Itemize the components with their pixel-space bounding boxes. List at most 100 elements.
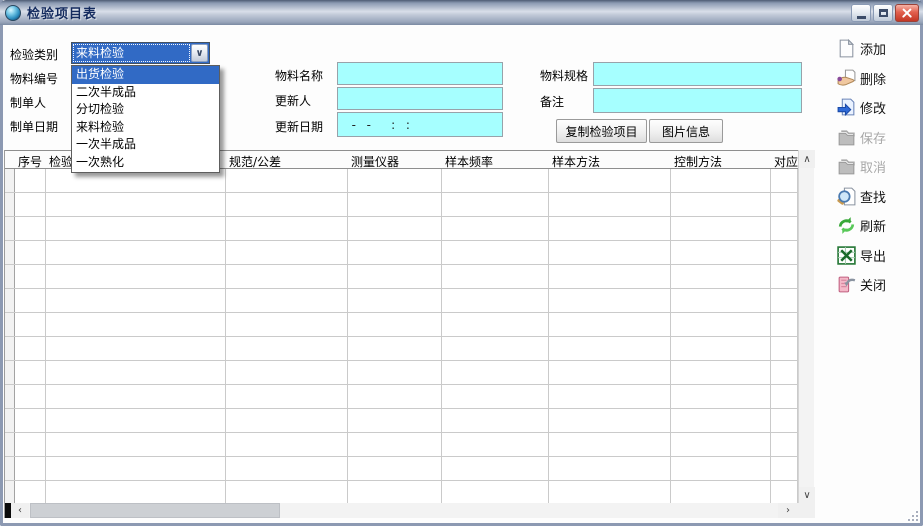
table-cell [46,193,226,216]
material-name-label: 物料名称 [275,67,323,84]
table-row[interactable] [5,481,798,503]
table-row[interactable] [5,289,798,313]
table-cell [771,289,798,312]
vertical-scrollbar[interactable]: ∧ ∨ [798,150,814,503]
delete-button[interactable]: 删除 [836,64,920,94]
table-cell [671,337,771,360]
scroll-up-icon[interactable]: ∧ [799,150,815,168]
save-button: 保存 [836,123,920,153]
scroll-right-icon[interactable]: › [778,503,798,518]
maximize-button[interactable] [873,4,893,22]
table-cell [671,289,771,312]
minimize-button[interactable] [851,4,871,22]
resize-grip[interactable] [906,509,918,521]
maximize-icon [879,9,888,17]
table-row[interactable] [5,385,798,409]
window-title: 检验项目表 [27,3,97,22]
dropdown-item[interactable]: 一次半成品 [72,136,219,154]
table-cell [771,313,798,336]
dropdown-item[interactable]: 来料检验 [72,119,219,137]
table-cell [771,265,798,288]
remark-input[interactable] [593,88,802,113]
table-cell [549,457,671,480]
minimize-icon [857,16,866,19]
table-row[interactable] [5,265,798,289]
column-header: 样本频率 [442,151,549,168]
table-cell [671,457,771,480]
table-row[interactable] [5,241,798,265]
material-spec-label: 物料规格 [540,67,588,84]
table-row[interactable] [5,313,798,337]
table-cell [549,313,671,336]
table-cell [226,457,348,480]
dropdown-item[interactable]: 出货检验 [72,66,219,84]
table-cell [549,409,671,432]
table-cell [549,265,671,288]
sidebar-button-label: 刷新 [860,216,886,235]
table-cell [671,241,771,264]
close-button[interactable] [895,4,919,22]
table-row[interactable] [5,409,798,433]
table-cell [442,193,549,216]
column-header: 测量仪器 [348,151,442,168]
table-cell [226,361,348,384]
dropdown-item[interactable]: 分切检验 [72,101,219,119]
table-cell [771,409,798,432]
table-cell [771,193,798,216]
modify-button[interactable]: 修改 [836,93,920,123]
table-cell [226,409,348,432]
material-name-input[interactable] [337,62,503,85]
action-sidebar: 添加删除修改保存取消查找刷新导出关闭 [836,34,920,300]
table-cell [46,385,226,408]
sidebar-button-label: 查找 [860,187,886,206]
horizontal-scrollbar[interactable]: ‹ › [5,503,798,518]
image-info-button[interactable]: 图片信息 [649,119,723,143]
table-row[interactable] [5,457,798,481]
column-header: 对应 [771,151,798,168]
table-cell [348,433,442,456]
update-date-input[interactable] [337,112,503,137]
table-row[interactable] [5,433,798,457]
scroll-down-icon[interactable]: ∨ [799,487,815,503]
table-body [5,169,798,503]
table-cell [348,193,442,216]
table-cell [46,481,226,503]
table-row[interactable] [5,169,798,193]
table-row[interactable] [5,193,798,217]
find-button[interactable]: 查找 [836,182,920,212]
scrollbar-corner [798,503,815,518]
sidebar-button-label: 修改 [860,98,886,117]
chevron-down-icon[interactable]: ∨ [191,44,208,62]
row-header-cell [5,169,15,192]
refresh-button[interactable]: 刷新 [836,211,920,241]
table-row[interactable] [5,217,798,241]
title-bar[interactable]: 检验项目表 [0,0,923,25]
table-row[interactable] [5,337,798,361]
table-cell [442,289,549,312]
cancel-folder-icon [836,156,857,177]
close-button[interactable]: 关闭 [836,270,920,300]
table-cell [226,313,348,336]
table-cell [771,361,798,384]
dropdown-item[interactable]: 二次半成品 [72,84,219,102]
table-cell [46,409,226,432]
search-icon [836,186,857,207]
export-button[interactable]: 导出 [836,241,920,271]
dropdown-item[interactable]: 一次熟化 [72,154,219,172]
row-header-cell [5,337,15,360]
add-button[interactable]: 添加 [836,34,920,64]
inspection-category-select[interactable]: 来料检验 ∨ [71,42,210,64]
table-cell [442,409,549,432]
table-cell [46,337,226,360]
scroll-left-icon[interactable]: ‹ [11,503,29,518]
updater-input[interactable] [337,87,503,110]
table-cell [226,289,348,312]
row-header-cell [5,457,15,480]
copy-inspection-items-button[interactable]: 复制检验项目 [556,119,647,143]
table-cell [771,433,798,456]
hscroll-thumb[interactable] [30,503,280,518]
column-header: 序号 [15,151,46,168]
material-spec-input[interactable] [593,62,802,86]
table-row[interactable] [5,361,798,385]
table-cell [671,313,771,336]
